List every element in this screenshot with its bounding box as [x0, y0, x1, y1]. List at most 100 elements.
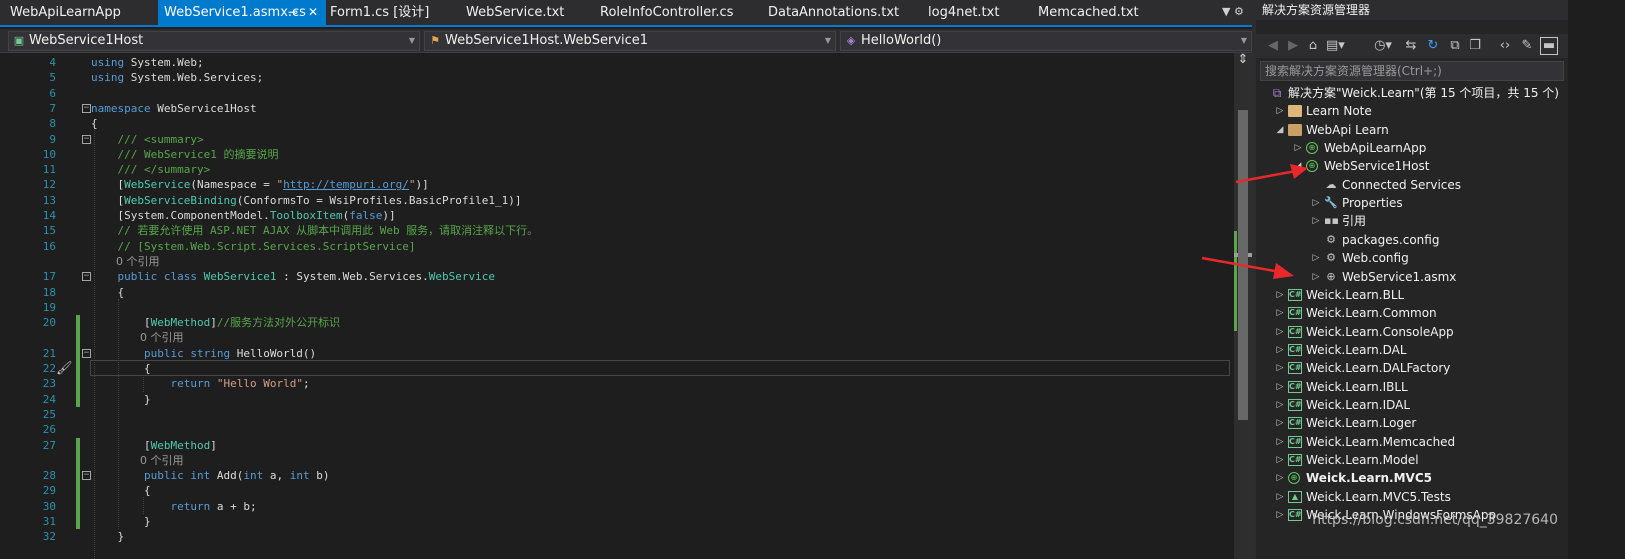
member-dropdown[interactable]: ◈ HelloWorld() ▼ — [840, 31, 1252, 51]
code-line[interactable]: 30 return a + b; — [0, 499, 1234, 514]
code-line[interactable]: 16 // [System.Web.Script.Services.Script… — [0, 239, 1234, 254]
codelens-label[interactable]: 0 个引用 — [116, 254, 160, 269]
document-tab[interactable]: log4net.txt — [928, 0, 1028, 25]
collapsed-arrow-icon[interactable]: ▷ — [1274, 506, 1286, 524]
tree-item[interactable]: ▷ Learn Note — [1256, 102, 1568, 120]
document-tab[interactable]: WebService.txt — [466, 0, 586, 25]
collapsed-arrow-icon[interactable]: ▷ — [1310, 194, 1322, 212]
code-line[interactable]: 26 — [0, 422, 1234, 437]
collapse-all-icon[interactable]: ⧉ — [1446, 36, 1464, 56]
collapsed-arrow-icon[interactable]: ▷ — [1274, 396, 1286, 414]
sync-icon[interactable]: ⇆ — [1402, 36, 1420, 56]
view-code-icon[interactable]: ‹› — [1496, 36, 1514, 56]
codelens-references[interactable]: 0 个引用 — [0, 254, 1234, 269]
collapsed-arrow-icon[interactable]: ▷ — [1274, 488, 1286, 506]
forward-icon[interactable]: ▶ — [1284, 36, 1302, 56]
collapsed-arrow-icon[interactable]: ▷ — [1274, 304, 1286, 322]
scrollbar-thumb[interactable] — [1238, 110, 1248, 420]
tree-item[interactable]: ▷ ▪▪ 引用 — [1256, 212, 1568, 230]
collapse-icon[interactable]: − — [82, 272, 91, 282]
pin-icon[interactable]: ⊸ — [288, 0, 298, 25]
solution-explorer-search[interactable]: 搜索解决方案资源管理器(Ctrl+;) — [1260, 61, 1564, 81]
collapsed-arrow-icon[interactable]: ▷ — [1274, 286, 1286, 304]
tree-item[interactable]: ▷ C# Weick.Learn.IBLL — [1256, 378, 1568, 396]
code-line[interactable]: 6 — [0, 86, 1234, 101]
collapsed-arrow-icon[interactable]: ▷ — [1274, 414, 1286, 432]
expanded-arrow-icon[interactable]: ◢ — [1292, 157, 1304, 175]
vertical-scrollbar[interactable]: ⇕ — [1234, 53, 1252, 559]
code-line[interactable]: 18 { — [0, 285, 1234, 300]
code-token[interactable]: http://tempuri.org/ — [283, 178, 409, 191]
switch-views-icon[interactable]: ▤▾ — [1326, 36, 1345, 56]
code-line[interactable]: 28− public int Add(int a, int b) — [0, 468, 1234, 483]
split-window-icon[interactable]: ⇕ — [1234, 53, 1252, 67]
close-icon[interactable]: ✕ — [308, 0, 318, 25]
code-line[interactable]: 10 /// WebService1 的摘要说明 — [0, 147, 1234, 162]
collapsed-arrow-icon[interactable]: ▷ — [1310, 212, 1322, 230]
code-line[interactable]: 21 − public string HelloWorld() — [0, 346, 1234, 361]
codelens-references[interactable]: 0 个引用 — [0, 330, 1234, 345]
refresh-icon[interactable]: ↻ — [1424, 36, 1442, 56]
code-line[interactable]: 17 − public class WebService1 : System.We… — [0, 269, 1234, 284]
tree-item[interactable]: ▷ ⚙ Web.config — [1256, 249, 1568, 267]
collapsed-arrow-icon[interactable]: ▷ — [1274, 451, 1286, 469]
document-tab[interactable]: Memcached.txt — [1038, 0, 1168, 25]
collapsed-arrow-icon[interactable]: ▷ — [1274, 102, 1286, 120]
tree-item[interactable]: ▷ C# Weick.Learn.IDAL — [1256, 396, 1568, 414]
show-all-files-icon[interactable]: ❐ — [1466, 36, 1484, 56]
code-line[interactable]: 11 /// </summary> — [0, 162, 1234, 177]
collapsed-arrow-icon[interactable]: ▷ — [1310, 268, 1322, 286]
tree-item[interactable]: ▷ ▲ Weick.Learn.MVC5.Tests — [1256, 488, 1568, 506]
collapsed-arrow-icon[interactable]: ▷ — [1274, 323, 1286, 341]
tree-item[interactable]: ☁ Connected Services — [1256, 176, 1568, 194]
quick-actions-icon[interactable]: 🖌 — [56, 361, 73, 377]
expanded-arrow-icon[interactable]: ◢ — [1274, 121, 1286, 139]
codelens-references[interactable]: 0 个引用 — [0, 453, 1234, 468]
code-line[interactable]: 20 [WebMethod]//服务方法对外公开标识 — [0, 315, 1234, 330]
tree-item[interactable]: ▷ ⊕ WebApiLearnApp — [1256, 139, 1568, 157]
collapse-icon[interactable]: − — [82, 134, 91, 144]
code-line[interactable]: 27 [WebMethod] — [0, 438, 1234, 453]
document-tab[interactable]: Form1.cs [设计] — [330, 0, 450, 25]
collapse-icon[interactable]: − — [82, 471, 91, 481]
code-line[interactable]: 14 [System.ComponentModel.ToolboxItem(fa… — [0, 208, 1234, 223]
collapsed-arrow-icon[interactable]: ▷ — [1292, 139, 1304, 157]
tree-item[interactable]: ▷ C# Weick.Learn.ConsoleApp — [1256, 323, 1568, 341]
collapsed-arrow-icon[interactable]: ▷ — [1310, 249, 1322, 267]
code-line[interactable]: 15 // 若要允许使用 ASP.NET AJAX 从脚本中调用此 Web 服务… — [0, 223, 1234, 238]
tab-overflow-menu-icon[interactable]: ▼ ⚙ — [1222, 5, 1244, 18]
code-line[interactable]: 5 using System.Web.Services; — [0, 70, 1234, 85]
collapsed-arrow-icon[interactable]: ▷ — [1274, 433, 1286, 451]
codelens-label[interactable]: 0 个引用 — [140, 330, 184, 345]
tree-item[interactable]: ▷ C# Weick.Learn.BLL — [1256, 286, 1568, 304]
tree-item[interactable]: ⚙ packages.config — [1256, 231, 1568, 249]
document-tab[interactable]: RoleInfoController.cs — [600, 0, 760, 25]
code-line[interactable]: 24 } — [0, 392, 1234, 407]
tree-item[interactable]: ▷ C# Weick.Learn.Loger — [1256, 414, 1568, 432]
code-line[interactable]: 7 − namespace WebService1Host — [0, 101, 1234, 116]
project-dropdown[interactable]: ▣ WebService1Host ▼ — [8, 31, 420, 51]
code-line[interactable]: 23 return "Hello World"; — [0, 376, 1234, 391]
collapsed-arrow-icon[interactable]: ▷ — [1274, 469, 1286, 487]
code-editor[interactable]: 4 using System.Web; 5 using System.Web.Serv… — [0, 53, 1234, 559]
tree-item[interactable]: ▷ C# Weick.Learn.Memcached — [1256, 433, 1568, 451]
code-line[interactable]: 19 — [0, 300, 1234, 315]
code-line[interactable]: 32 } — [0, 529, 1234, 544]
tree-item[interactable]: ◢ WebApi Learn — [1256, 121, 1568, 139]
history-icon[interactable]: ◷▾ — [1374, 36, 1392, 56]
tree-item[interactable]: ▷ C# Weick.Learn.DAL — [1256, 341, 1568, 359]
code-line[interactable]: 12 [WebService(Namespace = "http://tempu… — [0, 177, 1234, 192]
tree-item[interactable]: ⧉ 解决方案"Weick.Learn"(第 15 个项目，共 15 个) — [1256, 84, 1568, 102]
back-icon[interactable]: ◀ — [1264, 36, 1282, 56]
collapse-icon[interactable]: − — [82, 103, 91, 113]
tree-item[interactable]: ▷ C# Weick.Learn.Model — [1256, 451, 1568, 469]
tree-item[interactable]: ▷ ⊕ WebService1.asmx — [1256, 268, 1568, 286]
tree-item[interactable]: ▷ C# Weick.Learn.DALFactory — [1256, 359, 1568, 377]
type-dropdown[interactable]: ⚑ WebService1Host.WebService1 ▼ — [424, 31, 836, 51]
tree-item[interactable]: ▷ C# Weick.Learn.Common — [1256, 304, 1568, 322]
collapsed-arrow-icon[interactable]: ▷ — [1274, 359, 1286, 377]
code-line[interactable]: 25 — [0, 407, 1234, 422]
codelens-label[interactable]: 0 个引用 — [140, 453, 184, 468]
properties-icon[interactable]: ✎ — [1518, 36, 1536, 56]
code-line[interactable]: 4 using System.Web; — [0, 55, 1234, 70]
